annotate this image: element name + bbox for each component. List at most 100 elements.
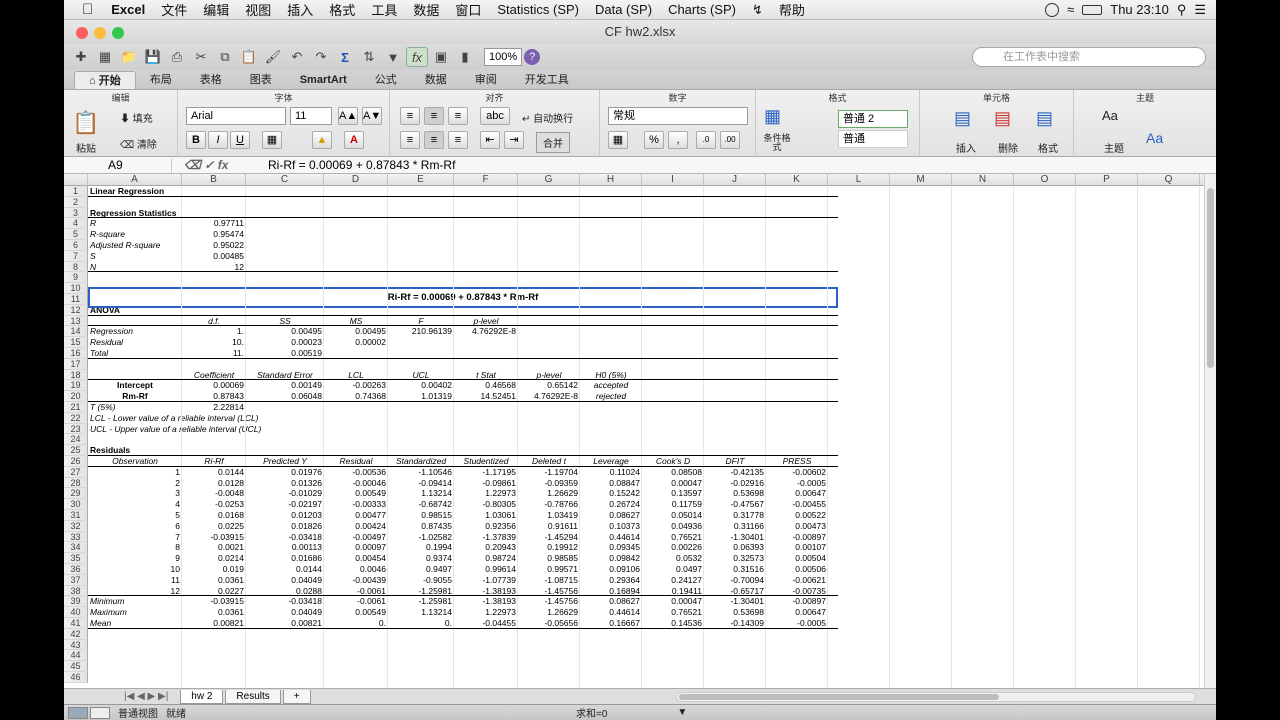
cell-I36[interactable]: 0.0497 — [642, 564, 704, 575]
cell-G36[interactable]: 0.99571 — [518, 564, 580, 575]
format-cells-icon[interactable]: ▤ — [1036, 108, 1053, 129]
menu-app[interactable]: Excel — [103, 2, 153, 17]
column-header[interactable]: D — [324, 174, 388, 186]
align-bottom-icon[interactable]: ≡ — [448, 107, 468, 125]
paste-icon[interactable]: 📋 — [238, 47, 260, 67]
row-header[interactable]: 8 — [64, 261, 88, 273]
cell-C40[interactable]: 0.04049 — [246, 607, 324, 618]
cell-I34[interactable]: 0.00226 — [642, 542, 704, 553]
cell-D40[interactable]: 0.00549 — [324, 607, 388, 618]
cell-A34[interactable]: 8 — [88, 542, 182, 553]
cell-A36[interactable]: 10 — [88, 564, 182, 575]
theme-button[interactable]: 主题 — [1104, 140, 1124, 155]
cut-icon[interactable]: ✂ — [190, 47, 212, 67]
delete-cells-button[interactable]: 删除 — [998, 140, 1018, 155]
cell-J33[interactable]: -1.30401 — [704, 532, 766, 543]
cell-A28[interactable]: 2 — [88, 478, 182, 489]
cell-A27[interactable]: 1 — [88, 467, 182, 478]
theme-fonts-icon[interactable]: Aa — [1146, 130, 1163, 146]
cell-F14[interactable]: 4.76292E-8 — [454, 326, 518, 337]
tab-formulas[interactable]: 公式 — [361, 71, 411, 89]
cell-F39[interactable]: -1.38193 — [454, 596, 518, 607]
cell-E39[interactable]: -1.25981 — [388, 596, 454, 607]
italic-icon[interactable]: I — [208, 131, 228, 149]
format-cells-button[interactable]: 格式 — [1038, 140, 1058, 155]
copy-icon[interactable]: ⧉ — [214, 47, 236, 67]
cell-J34[interactable]: 0.06393 — [704, 542, 766, 553]
font-size-select[interactable]: 11 — [290, 107, 332, 125]
sum-label[interactable]: 求和=0 — [576, 705, 607, 720]
cell-B15[interactable]: 10. — [182, 337, 246, 348]
decrease-decimal-icon[interactable]: .00 — [720, 131, 740, 149]
cell-C34[interactable]: 0.00113 — [246, 542, 324, 553]
cell-A5[interactable]: R-square — [88, 229, 182, 240]
row-header[interactable]: 18 — [64, 369, 88, 381]
cell-K34[interactable]: 0.00107 — [766, 542, 828, 553]
cell-A32[interactable]: 6 — [88, 521, 182, 532]
row-header[interactable]: 30 — [64, 499, 88, 510]
underline-icon[interactable]: U — [230, 131, 250, 149]
cell-D37[interactable]: -0.00439 — [324, 575, 388, 586]
cell-C36[interactable]: 0.0144 — [246, 564, 324, 575]
cell-B19[interactable]: 0.00069 — [182, 380, 246, 391]
cell-B40[interactable]: 0.0361 — [182, 607, 246, 618]
cell-H40[interactable]: 0.44614 — [580, 607, 642, 618]
cell-C27[interactable]: 0.01976 — [246, 467, 324, 478]
row-header[interactable]: 38 — [64, 585, 88, 597]
cell-C35[interactable]: 0.01686 — [246, 553, 324, 564]
cell-G32[interactable]: 0.91611 — [518, 521, 580, 532]
cell-B5[interactable]: 0.95474 — [182, 229, 246, 240]
cell-B27[interactable]: 0.0144 — [182, 467, 246, 478]
cell-J35[interactable]: 0.32573 — [704, 553, 766, 564]
cell-E34[interactable]: 0.1994 — [388, 542, 454, 553]
cell-C37[interactable]: 0.04049 — [246, 575, 324, 586]
filter-icon[interactable]: ▼ — [382, 47, 404, 67]
cell-I32[interactable]: 0.04936 — [642, 521, 704, 532]
row-header[interactable]: 36 — [64, 564, 88, 575]
cell-H33[interactable]: 0.44614 — [580, 532, 642, 543]
scroll-thumb[interactable] — [1207, 188, 1214, 368]
column-header[interactable]: O — [1014, 174, 1076, 186]
hscroll-thumb[interactable] — [679, 693, 999, 700]
cell-H36[interactable]: 0.09106 — [580, 564, 642, 575]
cell-F27[interactable]: -1.17195 — [454, 467, 518, 478]
cell-K28[interactable]: -0.0005 — [766, 478, 828, 489]
name-box[interactable]: A9 — [64, 157, 172, 173]
cell-A4[interactable]: R — [88, 218, 182, 229]
cell-A35[interactable]: 9 — [88, 553, 182, 564]
cell-H37[interactable]: 0.29364 — [580, 575, 642, 586]
cell-E40[interactable]: 1.13214 — [388, 607, 454, 618]
shrink-font-icon[interactable]: A▼ — [362, 107, 382, 125]
cell-J39[interactable]: -1.30401 — [704, 596, 766, 607]
menu-file[interactable]: 文件 — [153, 0, 195, 19]
worksheet-grid[interactable]: ABCDEFGHIJKLMNOPQ 1 Linear Regression 2 3 Re… — [64, 174, 1204, 688]
column-header[interactable]: J — [704, 174, 766, 186]
sort-icon[interactable]: ⇅ — [358, 47, 380, 67]
cell-B39[interactable]: -0.03915 — [182, 596, 246, 607]
cell-K29[interactable]: 0.00647 — [766, 488, 828, 499]
fill-color-icon[interactable]: ▲ — [312, 131, 332, 149]
cell-K32[interactable]: 0.00473 — [766, 521, 828, 532]
cell-B37[interactable]: 0.0361 — [182, 575, 246, 586]
normal-view-icon[interactable] — [68, 706, 88, 719]
cell-I37[interactable]: 0.24127 — [642, 575, 704, 586]
column-header[interactable]: K — [766, 174, 828, 186]
cell-I30[interactable]: 0.11759 — [642, 499, 704, 510]
cell-A29[interactable]: 3 — [88, 488, 182, 499]
cell-B31[interactable]: 0.0168 — [182, 510, 246, 521]
cell-J40[interactable]: 0.53698 — [704, 607, 766, 618]
menu-help[interactable]: 帮助 — [771, 0, 813, 19]
row-header[interactable]: 23 — [64, 423, 88, 435]
row-header[interactable]: 22 — [64, 412, 88, 424]
cell-E32[interactable]: 0.87435 — [388, 521, 454, 532]
cell-J28[interactable]: -0.02916 — [704, 478, 766, 489]
align-right-icon[interactable]: ≡ — [448, 131, 468, 149]
cell-G40[interactable]: 1.26629 — [518, 607, 580, 618]
cell-B30[interactable]: -0.0253 — [182, 499, 246, 510]
minimize-icon[interactable] — [94, 27, 106, 39]
column-header[interactable]: F — [454, 174, 518, 186]
cell-I27[interactable]: 0.08508 — [642, 467, 704, 478]
cell-F29[interactable]: 1.22973 — [454, 488, 518, 499]
increase-decimal-icon[interactable]: .0 — [696, 131, 716, 149]
row-header[interactable]: 27 — [64, 466, 88, 478]
